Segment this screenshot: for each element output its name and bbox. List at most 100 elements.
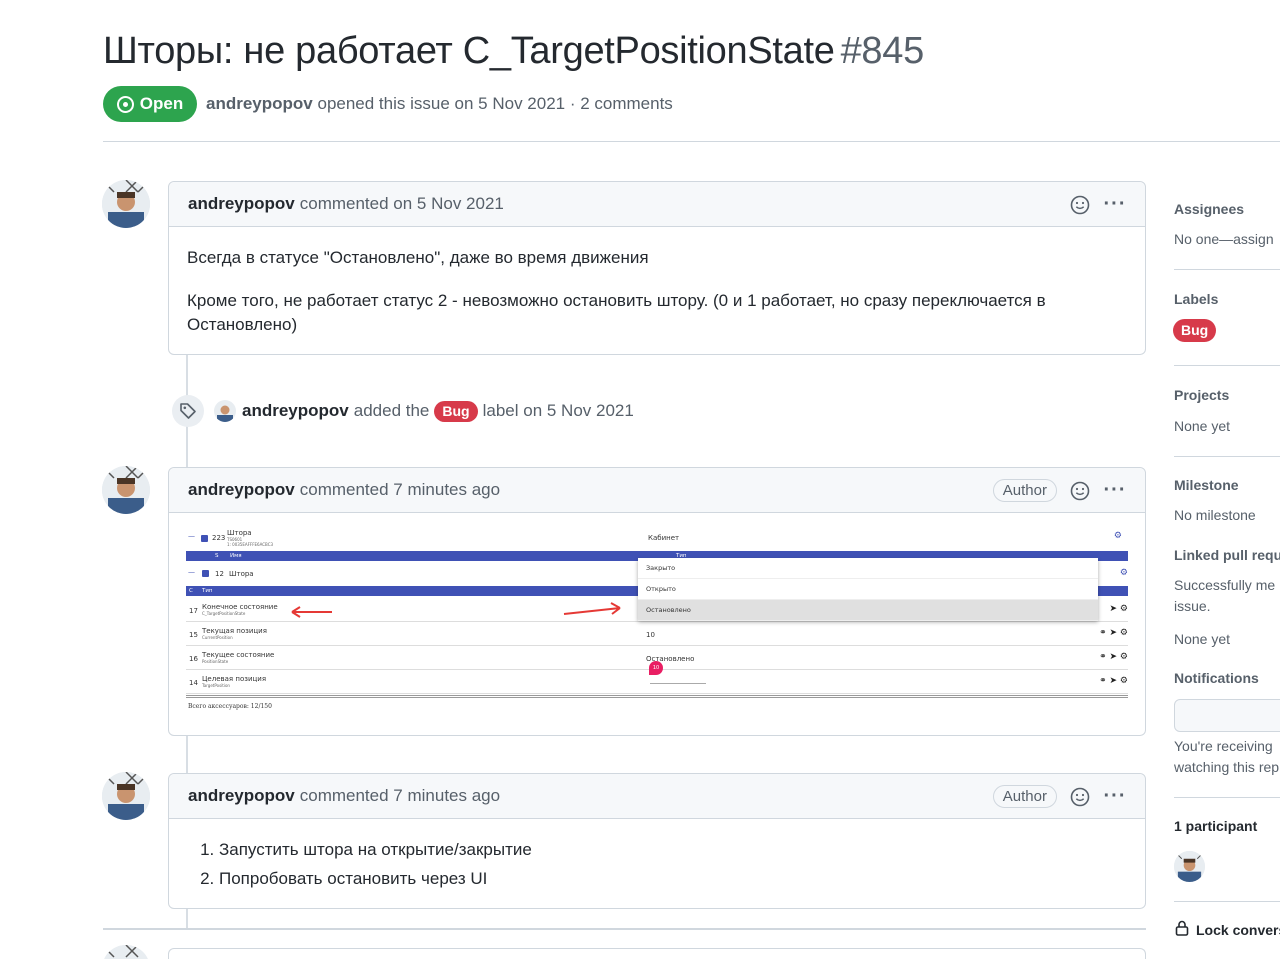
issue-meta-text: opened this issue on 5 Nov 2021 · 2 comm… xyxy=(317,94,673,113)
comment-paragraph: Кроме того, не работает статус 2 - невоз… xyxy=(187,291,1046,334)
sidebar-notifications-title: Notifications xyxy=(1174,670,1259,686)
sidebar-divider xyxy=(1174,365,1280,366)
avatar[interactable] xyxy=(102,180,150,228)
issue-state-label: Open xyxy=(139,94,184,113)
sidebar-projects-value: None yet xyxy=(1174,418,1231,434)
row-sub: C_TargetPositionState xyxy=(202,611,246,616)
sidebar-notifications-text: You're receiving xyxy=(1174,738,1273,754)
row-value: 10 xyxy=(646,631,655,639)
sidebar-linked-pr-title[interactable]: Linked pull requ xyxy=(1174,547,1280,563)
issue-number: #845 xyxy=(840,30,925,72)
row-number: 15 xyxy=(189,631,198,639)
issue-state-badge: Open xyxy=(103,86,197,122)
row-name-text: Штора xyxy=(229,570,254,578)
steps-list: Запустить штора на открытие/закрытие Поп… xyxy=(187,838,1127,891)
checkbox xyxy=(202,570,209,577)
avatar[interactable] xyxy=(102,772,150,820)
header-cell: C xyxy=(189,588,193,594)
sidebar-participants-title: 1 participant xyxy=(1174,818,1258,834)
event-author-link[interactable]: andreypopov xyxy=(242,401,349,421)
timeline-line xyxy=(186,736,188,774)
sidebar-milestone-title[interactable]: Milestone xyxy=(1174,477,1239,493)
author-badge: Author xyxy=(992,479,1057,502)
sidebar-bug-label[interactable]: Bug xyxy=(1173,319,1217,342)
author-badge: Author xyxy=(992,785,1057,808)
sidebar-divider xyxy=(1174,269,1280,270)
row-name-text: Текущее состояние xyxy=(202,651,275,659)
smiley-icon[interactable] xyxy=(1069,194,1091,216)
row-sub: 1: 0035EAFFFE6ACBC3 xyxy=(227,542,274,547)
sidebar-linked-pr-value: None yet xyxy=(1174,631,1231,647)
avatar[interactable] xyxy=(102,466,150,514)
header-cell: Имя xyxy=(230,553,242,559)
lock-conversation-button[interactable]: Lock convers xyxy=(1174,920,1280,939)
avatar[interactable] xyxy=(214,400,236,422)
bug-label[interactable]: Bug xyxy=(434,400,478,422)
tag-icon xyxy=(172,395,204,427)
slider-track xyxy=(650,683,706,684)
issue-title: Шторы: не работает C_TargetPositionState… xyxy=(103,30,924,73)
red-arrow-icon xyxy=(563,602,621,615)
row-name-text: Текущая позиция xyxy=(202,627,267,635)
smiley-icon[interactable] xyxy=(1069,786,1091,808)
kebab-menu-icon[interactable]: ··· xyxy=(1103,193,1127,216)
event-text: added the xyxy=(353,401,430,420)
collapse-icon: — xyxy=(188,532,195,540)
header-divider xyxy=(103,141,1280,142)
kebab-menu-icon[interactable]: ··· xyxy=(1103,785,1127,808)
smiley-icon[interactable] xyxy=(1069,480,1091,502)
row-number: 14 xyxy=(189,679,198,687)
comment-body: Всегда в статусе "Остановлено", даже во … xyxy=(169,227,1145,355)
attached-screenshot[interactable]: — 223 Штора TS0601 1: 0035EAFFFE6ACBC3 К… xyxy=(186,528,1128,711)
table-footer-line xyxy=(186,695,1128,698)
issue-opened-icon xyxy=(116,95,134,113)
list-item: Запустить штора на открытие/закрытие xyxy=(219,838,1127,862)
event-text[interactable]: label on 5 Nov 2021 xyxy=(483,401,634,421)
sidebar-labels-title[interactable]: Labels xyxy=(1174,291,1218,307)
comment-timestamp[interactable]: commented 7 minutes ago xyxy=(300,786,500,806)
row-action-icons: ➤ ⚙ xyxy=(1109,604,1128,614)
row-name-text: Штора xyxy=(227,529,252,537)
characteristic-row: 14 Целевая позиция TargetPosition 10 ⚭ ➤ … xyxy=(186,661,1128,694)
comment-timestamp[interactable]: commented 7 minutes ago xyxy=(300,480,500,500)
comment-header: andreypopov commented 7 minutes ago Auth… xyxy=(169,774,1145,819)
collapse-icon: — xyxy=(188,568,195,576)
row-name-text: Конечное состояние xyxy=(202,603,278,611)
row-number: 12 xyxy=(215,570,224,578)
comment: andreypopov commented 7 minutes ago Auth… xyxy=(168,773,1146,909)
subscribe-button[interactable] xyxy=(1174,699,1280,732)
sidebar-divider xyxy=(1174,456,1280,457)
state-dropdown: Закрыто Открыто Остановлено xyxy=(638,558,1098,621)
slider-value-bubble: 10 xyxy=(649,661,663,675)
issue-meta: andreypopov opened this issue on 5 Nov 2… xyxy=(206,94,673,114)
gear-icon: ⚙ xyxy=(1113,531,1122,541)
comment-paragraph: Всегда в статусе "Остановлено", даже во … xyxy=(187,248,649,267)
timeline-label-event: andreypopov added the Bug label on 5 Nov… xyxy=(172,394,634,428)
row-name-text: Целевая позиция xyxy=(202,675,267,683)
comment-author-link[interactable]: andreypopov xyxy=(188,786,295,806)
characteristic-row: 15 Текущая позиция CurrentPosition 10 ⚭ ➤… xyxy=(186,623,1128,646)
issue-title-text: Шторы: не работает C_TargetPositionState xyxy=(103,30,835,72)
comment-author-link[interactable]: andreypopov xyxy=(188,480,295,500)
kebab-menu-icon[interactable]: ··· xyxy=(1103,479,1127,502)
room-name: Кабинет xyxy=(648,534,680,542)
participant-avatar[interactable] xyxy=(1174,851,1205,882)
sidebar-linked-pr-text: Successfully me xyxy=(1174,577,1276,593)
sidebar-assignees-value[interactable]: No one—assign xyxy=(1174,231,1274,247)
timeline-divider xyxy=(103,928,1146,930)
sidebar-assignees-title[interactable]: Assignees xyxy=(1174,201,1244,217)
row-number: 223 xyxy=(212,534,226,542)
avatar[interactable] xyxy=(102,945,150,959)
sidebar-milestone-value: No milestone xyxy=(1174,507,1256,523)
sidebar-projects-title[interactable]: Projects xyxy=(1174,387,1229,403)
issue-author-link[interactable]: andreypopov xyxy=(206,94,313,113)
list-item: Попробовать остановить через UI xyxy=(219,867,1127,891)
comment-header: andreypopov commented on 5 Nov 2021 ··· xyxy=(169,182,1145,227)
sidebar-notifications-text: watching this rep xyxy=(1174,759,1280,775)
comment: andreypopov commented on 5 Nov 2021 ··· … xyxy=(168,181,1146,355)
comment-author-link[interactable]: andreypopov xyxy=(188,194,295,214)
dropdown-option-selected: Остановлено xyxy=(638,600,1098,621)
comment-timestamp[interactable]: commented on 5 Nov 2021 xyxy=(300,194,504,214)
comment xyxy=(168,948,1146,959)
table-footer: Всего аксессуаров: 12/150 xyxy=(188,703,272,710)
